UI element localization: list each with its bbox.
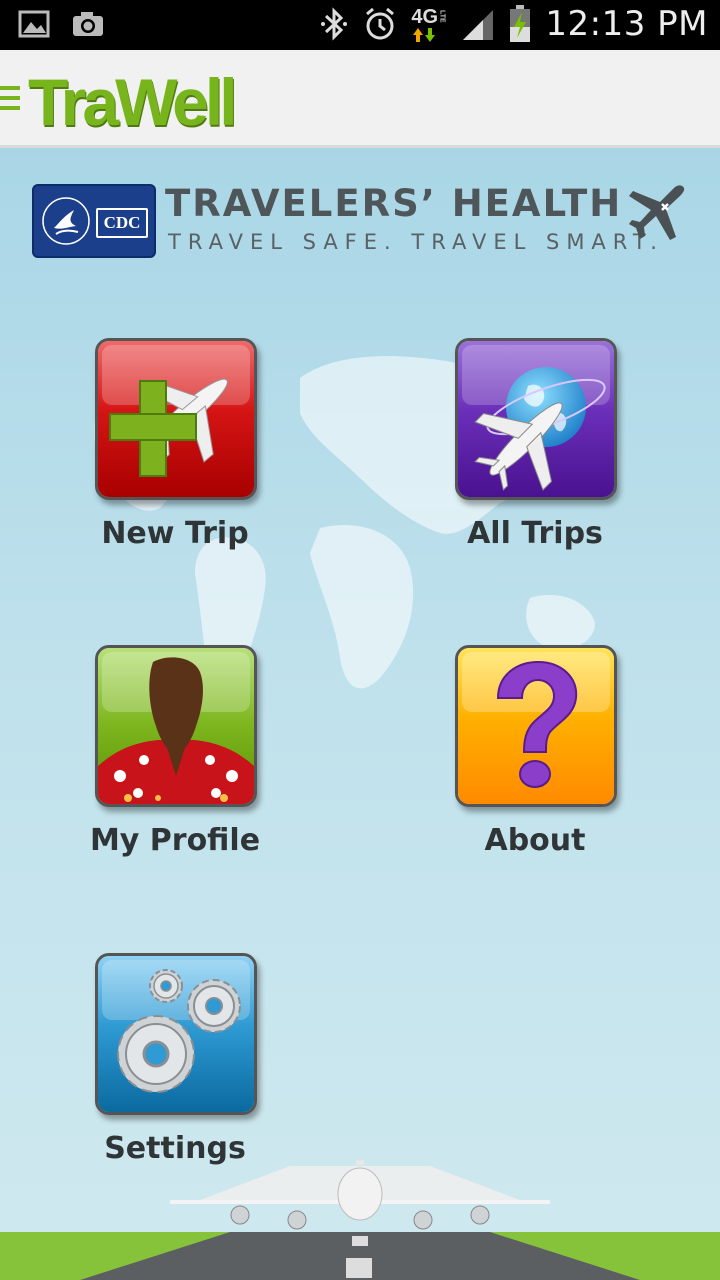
app-bar: TraWell xyxy=(0,50,720,148)
network-type: 4G xyxy=(411,6,439,28)
battery-charging-icon xyxy=(510,5,531,42)
bluetooth-icon xyxy=(321,7,348,41)
alarm-icon xyxy=(366,7,395,40)
main-menu: CDC TRAVELERS’ HEALTH TRAVEL SAFE. TRAVE… xyxy=(0,148,720,1280)
header-title: TRAVELERS’ HEALTH xyxy=(165,182,623,225)
runway-illustration xyxy=(0,1160,720,1280)
signal-icon xyxy=(463,10,494,40)
airplane-icon xyxy=(629,185,685,240)
all-trips-tile[interactable]: All Trips xyxy=(455,338,617,551)
my-profile-button[interactable] xyxy=(95,645,257,807)
settings-button[interactable] xyxy=(95,953,257,1115)
new-trip-label[interactable]: New Trip xyxy=(35,516,315,551)
cdc-badge: CDC xyxy=(96,208,148,238)
airplane-front-icon xyxy=(170,1160,550,1230)
settings-tile[interactable]: Settings xyxy=(95,953,257,1166)
gears-icon xyxy=(98,956,254,1112)
all-trips-button[interactable] xyxy=(455,338,617,500)
gallery-icon xyxy=(18,10,50,38)
profile-icon xyxy=(98,648,254,804)
my-profile-label[interactable]: My Profile xyxy=(35,823,315,858)
data-arrows-icon xyxy=(413,28,436,42)
all-trips-icon xyxy=(458,341,614,497)
network-indicator: 4G LTE xyxy=(411,4,447,44)
about-tile[interactable]: About xyxy=(455,645,617,858)
cdc-logo: CDC xyxy=(32,184,156,258)
question-mark-icon xyxy=(458,648,614,804)
my-profile-tile[interactable]: My Profile xyxy=(90,645,260,858)
new-trip-icon xyxy=(98,341,254,497)
about-label[interactable]: About xyxy=(395,823,675,858)
clock: 12:13 PM xyxy=(545,4,708,44)
status-bar: 4G LTE 12:13 PM xyxy=(0,0,720,50)
all-trips-label[interactable]: All Trips xyxy=(395,516,675,551)
hhs-eagle-icon xyxy=(42,197,90,245)
header-tagline: TRAVEL SAFE. TRAVEL SMART. xyxy=(168,230,664,254)
network-subtype: LTE xyxy=(438,10,446,23)
new-trip-button[interactable] xyxy=(95,338,257,500)
travelers-health-header: CDC TRAVELERS’ HEALTH TRAVEL SAFE. TRAVE… xyxy=(32,182,692,262)
app-logo[interactable]: TraWell xyxy=(28,64,238,140)
hamburger-icon[interactable] xyxy=(0,85,20,111)
new-trip-tile[interactable]: New Trip xyxy=(95,338,257,551)
about-button[interactable] xyxy=(455,645,617,807)
camera-icon xyxy=(73,12,103,36)
